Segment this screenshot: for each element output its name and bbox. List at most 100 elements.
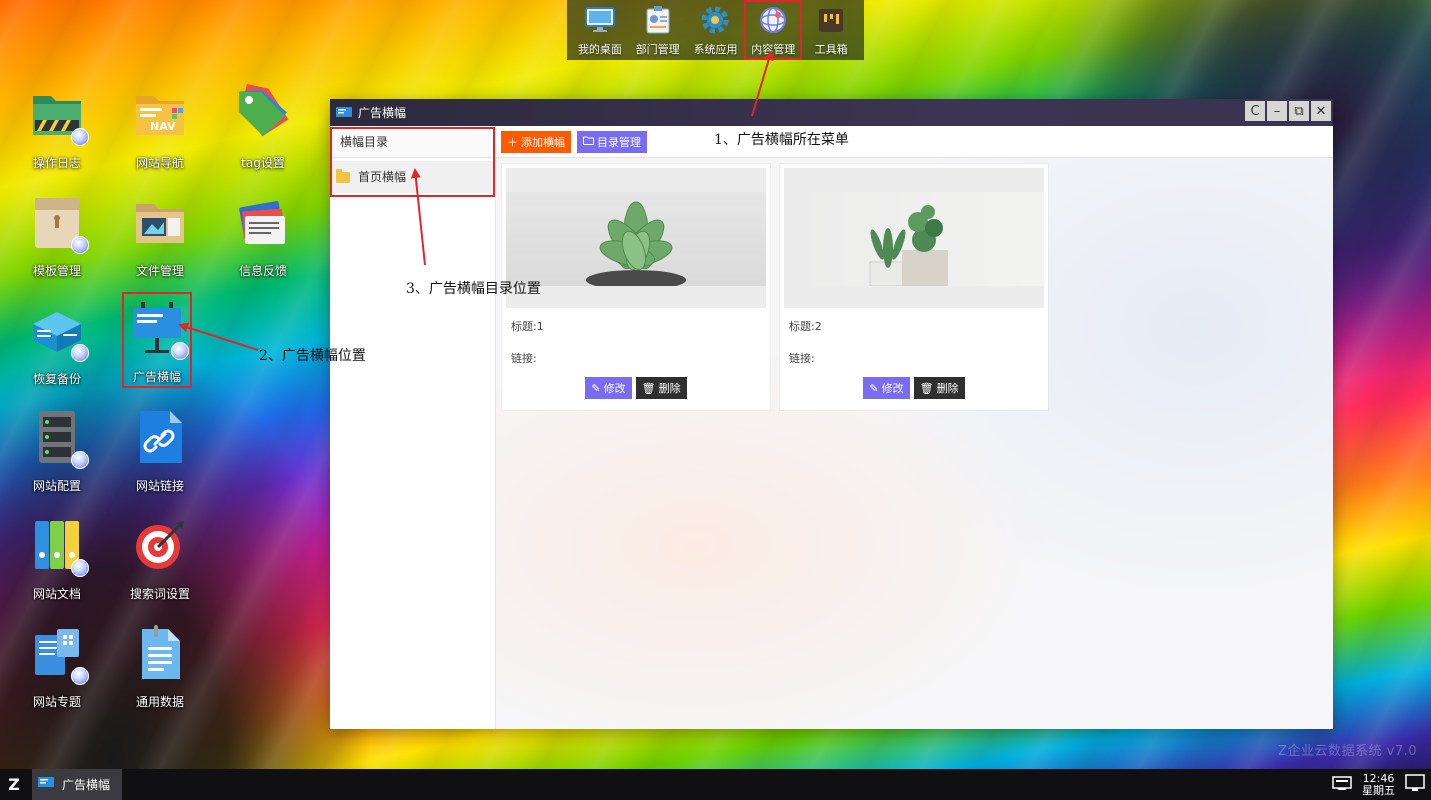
- banner-icon: [336, 106, 352, 119]
- dock-item-system-apps[interactable]: 系统应用: [687, 0, 745, 60]
- globe-badge-icon: [71, 667, 89, 685]
- globe-badge-icon: [71, 236, 89, 254]
- desktop-icon-label: 信息反馈: [238, 264, 287, 278]
- banner-card: 标题:1 链接: ✎ 修改 🗑 删除: [502, 164, 770, 410]
- dock-item-content-management[interactable]: 内容管理: [744, 0, 803, 60]
- desktop-icon-label: 网站链接: [135, 479, 184, 493]
- tag-icon: [233, 83, 293, 144]
- folder-outline-icon: [583, 135, 594, 148]
- desktop-icon-site-nav[interactable]: NAV 网站导航: [114, 78, 206, 178]
- desktop-icon-search-terms[interactable]: 搜索词设置: [114, 509, 206, 609]
- dock-label: 内容管理: [751, 43, 796, 56]
- desktop-icon-label: 模板管理: [32, 264, 81, 278]
- binders-icon: [27, 515, 89, 577]
- document-icon: [130, 623, 190, 683]
- window-body: 横幅目录 首页横幅 ＋ 添加横幅 目录管理 标题:1 链接: ✎ 修改 🗑 删除…: [330, 126, 1333, 729]
- close-button[interactable]: ✕: [1311, 101, 1331, 121]
- desktop-icon-general-data[interactable]: 通用数据: [114, 617, 206, 717]
- desktop-icon-ad-banner[interactable]: 广告横幅: [122, 292, 192, 388]
- log-folder-icon: [27, 84, 89, 146]
- banner-link: 链接:: [789, 352, 815, 365]
- trash-icon: 🗑: [641, 381, 656, 395]
- desktop-icon-operation-log[interactable]: 操作日志: [11, 78, 103, 178]
- start-button[interactable]: Z: [0, 769, 28, 800]
- template-icon: [27, 192, 89, 254]
- desktop-icon-template[interactable]: 模板管理: [11, 186, 103, 286]
- add-banner-button[interactable]: ＋ 添加横幅: [501, 130, 571, 153]
- desktop-icon-label: 网站配置: [32, 479, 81, 493]
- annotation-3: 3、广告横幅目录位置: [406, 281, 541, 297]
- dock-label: 我的桌面: [577, 43, 622, 56]
- desktop-icon-site-links[interactable]: 网站链接: [114, 401, 206, 501]
- globe-badge-icon: [171, 342, 189, 360]
- desktop-icon-label: 网站导航: [135, 156, 184, 170]
- dock-label: 系统应用: [693, 43, 738, 56]
- file-folder-icon: [130, 192, 190, 252]
- banner-icon: [38, 777, 54, 792]
- pencil-icon: ✎: [591, 381, 601, 395]
- banner-catalog-sidebar: 横幅目录 首页横幅: [330, 126, 496, 729]
- banner-card: 标题:2 链接: ✎ 修改 🗑 删除: [780, 164, 1048, 410]
- add-banner-label: 添加横幅: [521, 135, 565, 149]
- sidebar-item-home-banner[interactable]: 首页横幅: [330, 161, 495, 193]
- monitor-icon: [583, 4, 617, 36]
- window-titlebar[interactable]: 广告横幅 C – ⧉ ✕: [330, 99, 1333, 126]
- desktop-icon-label: 文件管理: [135, 264, 184, 278]
- delete-label: 删除: [658, 382, 681, 395]
- desktop-icon-site-topics[interactable]: 网站专题: [11, 617, 103, 717]
- backup-icon: [27, 300, 89, 362]
- id-card-icon: [641, 4, 675, 36]
- annotation-2: 2、广告横幅位置: [259, 348, 366, 364]
- delete-button[interactable]: 🗑 删除: [913, 377, 965, 399]
- dock-label: 部门管理: [635, 43, 680, 56]
- nav-folder-icon: NAV: [130, 84, 190, 144]
- clock-day: 星期五: [1362, 783, 1395, 797]
- pencil-icon: ✎: [869, 381, 879, 395]
- dock-item-toolbox[interactable]: 工具箱: [802, 0, 860, 60]
- target-icon: [130, 515, 190, 575]
- clock-time: 12:46: [1362, 771, 1395, 785]
- svg-text:NAV: NAV: [150, 120, 176, 133]
- desktop-icon-restore-backup[interactable]: 恢复备份: [11, 294, 103, 394]
- refresh-button[interactable]: C: [1245, 101, 1265, 121]
- banner-card-list: 标题:1 链接: ✎ 修改 🗑 删除 标题:2 链接: ✎ 修改 🗑 删除: [502, 164, 1048, 410]
- taskbar-item-label: 广告横幅: [62, 778, 111, 792]
- folder-icon: [336, 169, 350, 183]
- restore-button[interactable]: ⧉: [1289, 101, 1309, 121]
- window-title: 广告横幅: [358, 106, 407, 120]
- desktop-icon-label: tag设置: [241, 156, 285, 170]
- desktop-icon-site-docs[interactable]: 网站文档: [11, 509, 103, 609]
- delete-label: 删除: [936, 382, 959, 395]
- desktop-icon-file-manager[interactable]: 文件管理: [114, 186, 206, 286]
- edit-label: 修改: [881, 382, 904, 395]
- clock[interactable]: 12:46 星期五: [1362, 771, 1395, 797]
- show-desktop-icon[interactable]: [1405, 774, 1425, 795]
- dock-item-department[interactable]: 部门管理: [629, 0, 687, 60]
- minimize-button[interactable]: –: [1267, 101, 1287, 121]
- delete-button[interactable]: 🗑 删除: [635, 377, 687, 399]
- catalog-manage-button[interactable]: 目录管理: [577, 130, 647, 153]
- dock-item-my-desktop[interactable]: 我的桌面: [571, 0, 629, 60]
- gear-icon: [698, 4, 732, 36]
- edit-button[interactable]: ✎ 修改: [585, 377, 632, 399]
- banner-thumbnail[interactable]: [506, 168, 766, 308]
- topic-icon: [27, 623, 89, 685]
- banner-icon: [127, 298, 189, 360]
- edit-button[interactable]: ✎ 修改: [863, 377, 910, 399]
- desktop-icon-site-config[interactable]: 网站配置: [11, 401, 103, 501]
- desktop-icon-label: 操作日志: [32, 156, 81, 170]
- desktop-icon-tag-settings[interactable]: tag设置: [217, 78, 309, 178]
- banner-thumbnail[interactable]: [784, 168, 1044, 308]
- taskbar-item-ad-banner[interactable]: 广告横幅: [32, 769, 123, 800]
- dock-label: 工具箱: [814, 43, 848, 56]
- globe-badge-icon: [71, 344, 89, 362]
- trash-icon: 🗑: [919, 381, 934, 395]
- link-icon: [130, 407, 190, 467]
- card-actions: ✎ 修改 🗑 删除: [780, 377, 1048, 399]
- desktop-icon-feedback[interactable]: 信息反馈: [217, 186, 309, 286]
- sidebar-item-label: 首页横幅: [358, 170, 407, 184]
- banner-image-cactus: [784, 192, 1044, 287]
- banner-image-succulent: [506, 192, 766, 290]
- desktop-icon-label: 通用数据: [135, 695, 184, 709]
- keyboard-icon[interactable]: [1332, 775, 1352, 794]
